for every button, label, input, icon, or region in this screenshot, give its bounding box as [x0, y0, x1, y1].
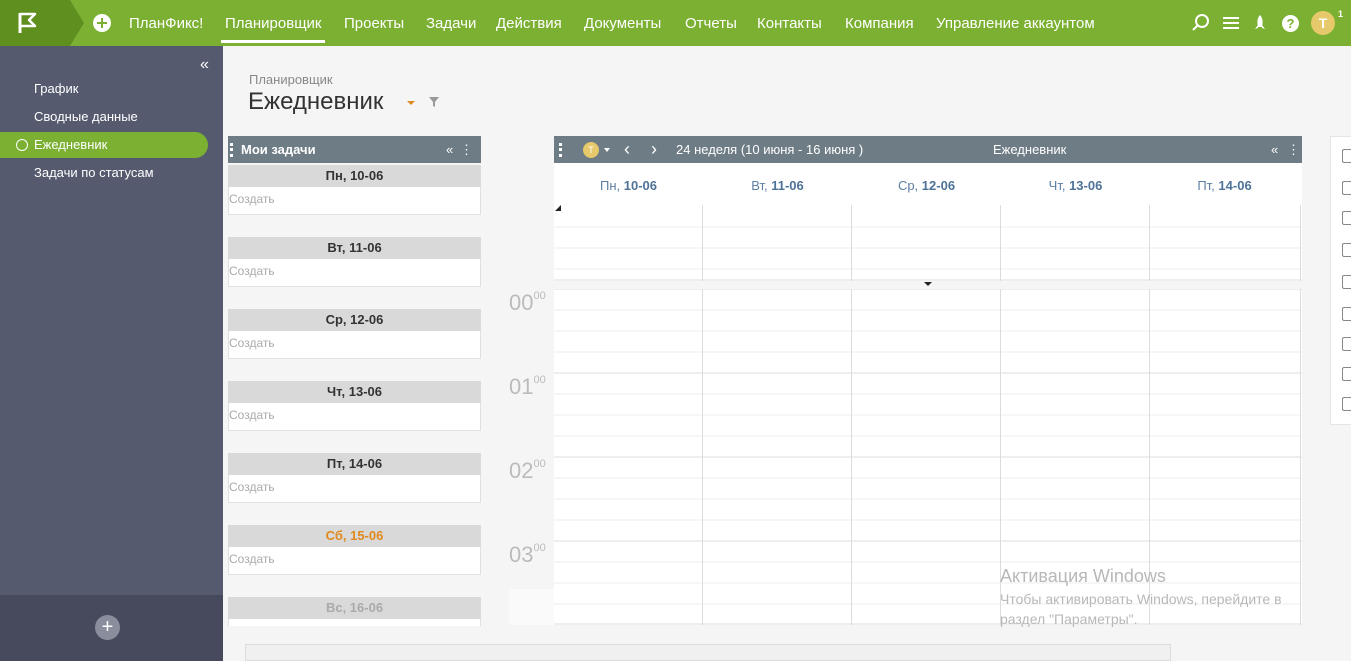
- nav-item-reports[interactable]: Отчеты: [685, 15, 737, 32]
- top-nav-bar: ПланФикс! Планировщик Проекты Задачи Дей…: [0, 0, 1351, 46]
- clipboard-icon[interactable]: [1342, 181, 1351, 195]
- more-options-icon[interactable]: ⋮: [1287, 136, 1300, 163]
- avatar[interactable]: T: [583, 142, 599, 158]
- collapse-panel-icon[interactable]: «: [446, 136, 453, 163]
- calendar-icon[interactable]: [1342, 149, 1351, 163]
- chevron-down-icon[interactable]: [407, 101, 415, 105]
- week-label[interactable]: 24 неделя (10 июня - 16 июня ): [676, 136, 863, 163]
- nav-item-tasks[interactable]: Задачи: [426, 15, 476, 32]
- calendar-grid[interactable]: [554, 205, 1302, 625]
- create-task-link[interactable]: [228, 619, 481, 626]
- create-task-link[interactable]: Создать: [228, 547, 481, 575]
- chevron-right-icon[interactable]: ›: [651, 136, 657, 163]
- filter-icon[interactable]: [429, 97, 439, 107]
- hour-label: 0300: [509, 542, 546, 567]
- breadcrumb[interactable]: Планировщик: [249, 72, 333, 87]
- circle-icon: [16, 139, 28, 151]
- nav-item-company[interactable]: Компания: [845, 15, 914, 32]
- create-task-link[interactable]: Создать: [228, 331, 481, 359]
- calendar-day-header[interactable]: Пт, 14-06: [1150, 178, 1299, 193]
- calendar-day-header[interactable]: Пн, 10-06: [554, 178, 703, 193]
- watermark-text: раздел "Параметры".: [1000, 611, 1138, 627]
- sidebar-item-diary[interactable]: Ежедневник: [0, 132, 208, 158]
- expand-toggle-icon[interactable]: [924, 282, 932, 286]
- clipboard-icon[interactable]: [1342, 337, 1351, 351]
- sidebar-item-label: Ежедневник: [34, 137, 108, 152]
- calendar-day-header[interactable]: Чт, 13-06: [1001, 178, 1150, 193]
- nav-item-actions[interactable]: Действия: [496, 15, 562, 32]
- day-header: Пт, 14-06: [228, 453, 481, 475]
- panel-header: Мои задачи « ⋮: [228, 136, 481, 163]
- nav-item-projects[interactable]: Проекты: [344, 15, 404, 32]
- clipboard-icon[interactable]: [1342, 275, 1351, 289]
- horizontal-scrollbar[interactable]: [245, 644, 1171, 661]
- page-title[interactable]: Ежедневник: [248, 88, 383, 116]
- create-task-link[interactable]: Создать: [228, 187, 481, 215]
- collapse-sidebar-icon[interactable]: «: [200, 56, 209, 74]
- nav-item-contacts[interactable]: Контакты: [757, 15, 822, 32]
- create-task-link[interactable]: Создать: [228, 475, 481, 503]
- chevron-down-icon[interactable]: [604, 148, 610, 152]
- collapse-panel-icon[interactable]: «: [1271, 136, 1278, 163]
- clipboard-icon[interactable]: [1342, 211, 1351, 225]
- avatar[interactable]: T: [1311, 11, 1335, 35]
- chevron-left-icon[interactable]: ‹: [624, 136, 630, 163]
- day-header: Сб, 15-06: [228, 525, 481, 547]
- more-options-icon[interactable]: ⋮: [460, 136, 473, 163]
- day-header: Ср, 12-06: [228, 309, 481, 331]
- create-task-link[interactable]: Создать: [228, 259, 481, 287]
- hour-label: 0100: [509, 374, 546, 399]
- sidebar: « График Сводные данные Ежедневник Задач…: [0, 46, 223, 661]
- clipboard-icon[interactable]: [1342, 307, 1351, 321]
- add-icon[interactable]: [93, 14, 111, 32]
- clipboard-icon[interactable]: [1342, 243, 1351, 257]
- drag-handle-icon[interactable]: [559, 143, 562, 157]
- notification-badge: 1: [1338, 9, 1344, 19]
- calendar-icon[interactable]: [1342, 397, 1351, 411]
- brand-link[interactable]: ПланФикс!: [129, 15, 203, 32]
- watermark-text: Чтобы активировать Windows, перейдите в: [1000, 591, 1282, 607]
- right-toolbar: [1330, 136, 1351, 425]
- sidebar-item-tasks-by-status[interactable]: Задачи по статусам: [0, 160, 208, 186]
- watermark-title: Активация Windows: [1000, 566, 1166, 586]
- create-task-link[interactable]: Создать: [228, 403, 481, 431]
- calendar-header: T ‹ › 24 неделя (10 июня - 16 июня ) Еже…: [554, 136, 1302, 163]
- day-header: Вс, 16-06: [228, 597, 481, 619]
- logo[interactable]: [0, 0, 84, 46]
- calendar-title: Ежедневник: [993, 142, 1067, 157]
- add-button[interactable]: +: [95, 615, 120, 640]
- hour-label: 0200: [509, 458, 546, 483]
- drag-handle-icon[interactable]: [230, 143, 233, 157]
- hour-label: 0000: [509, 290, 546, 315]
- calendar-day-header[interactable]: Ср, 12-06: [852, 178, 1001, 193]
- calendar-day-headers: Пн, 10-06 Вт, 11-06 Ср, 12-06 Чт, 13-06 …: [554, 163, 1302, 205]
- nav-item-account[interactable]: Управление аккаунтом: [936, 15, 1095, 32]
- corner-marker-icon: [555, 205, 561, 211]
- search-icon[interactable]: [1191, 13, 1211, 33]
- panel-title: Мои задачи: [241, 142, 316, 157]
- day-header: Вт, 11-06: [228, 237, 481, 259]
- day-header: Чт, 13-06: [228, 381, 481, 403]
- list-icon[interactable]: [1342, 367, 1351, 381]
- calendar-day-header[interactable]: Вт, 11-06: [703, 178, 852, 193]
- sidebar-item-schedule[interactable]: График: [0, 76, 208, 102]
- nav-item-planner[interactable]: Планировщик: [220, 15, 326, 43]
- menu-icon[interactable]: [1221, 13, 1241, 33]
- day-header: Пн, 10-06: [228, 165, 481, 187]
- help-icon[interactable]: ?: [1282, 15, 1299, 32]
- my-tasks-panel: Мои задачи « ⋮ Пн, 10-06 Создать Вт, 11-…: [228, 136, 481, 626]
- hours-column-fade: [509, 589, 554, 625]
- planfix-logo-icon: [18, 12, 37, 33]
- nav-item-documents[interactable]: Документы: [584, 15, 661, 32]
- sidebar-footer: +: [0, 595, 223, 661]
- sidebar-item-summary[interactable]: Сводные данные: [0, 104, 208, 130]
- rocket-icon[interactable]: [1250, 13, 1270, 33]
